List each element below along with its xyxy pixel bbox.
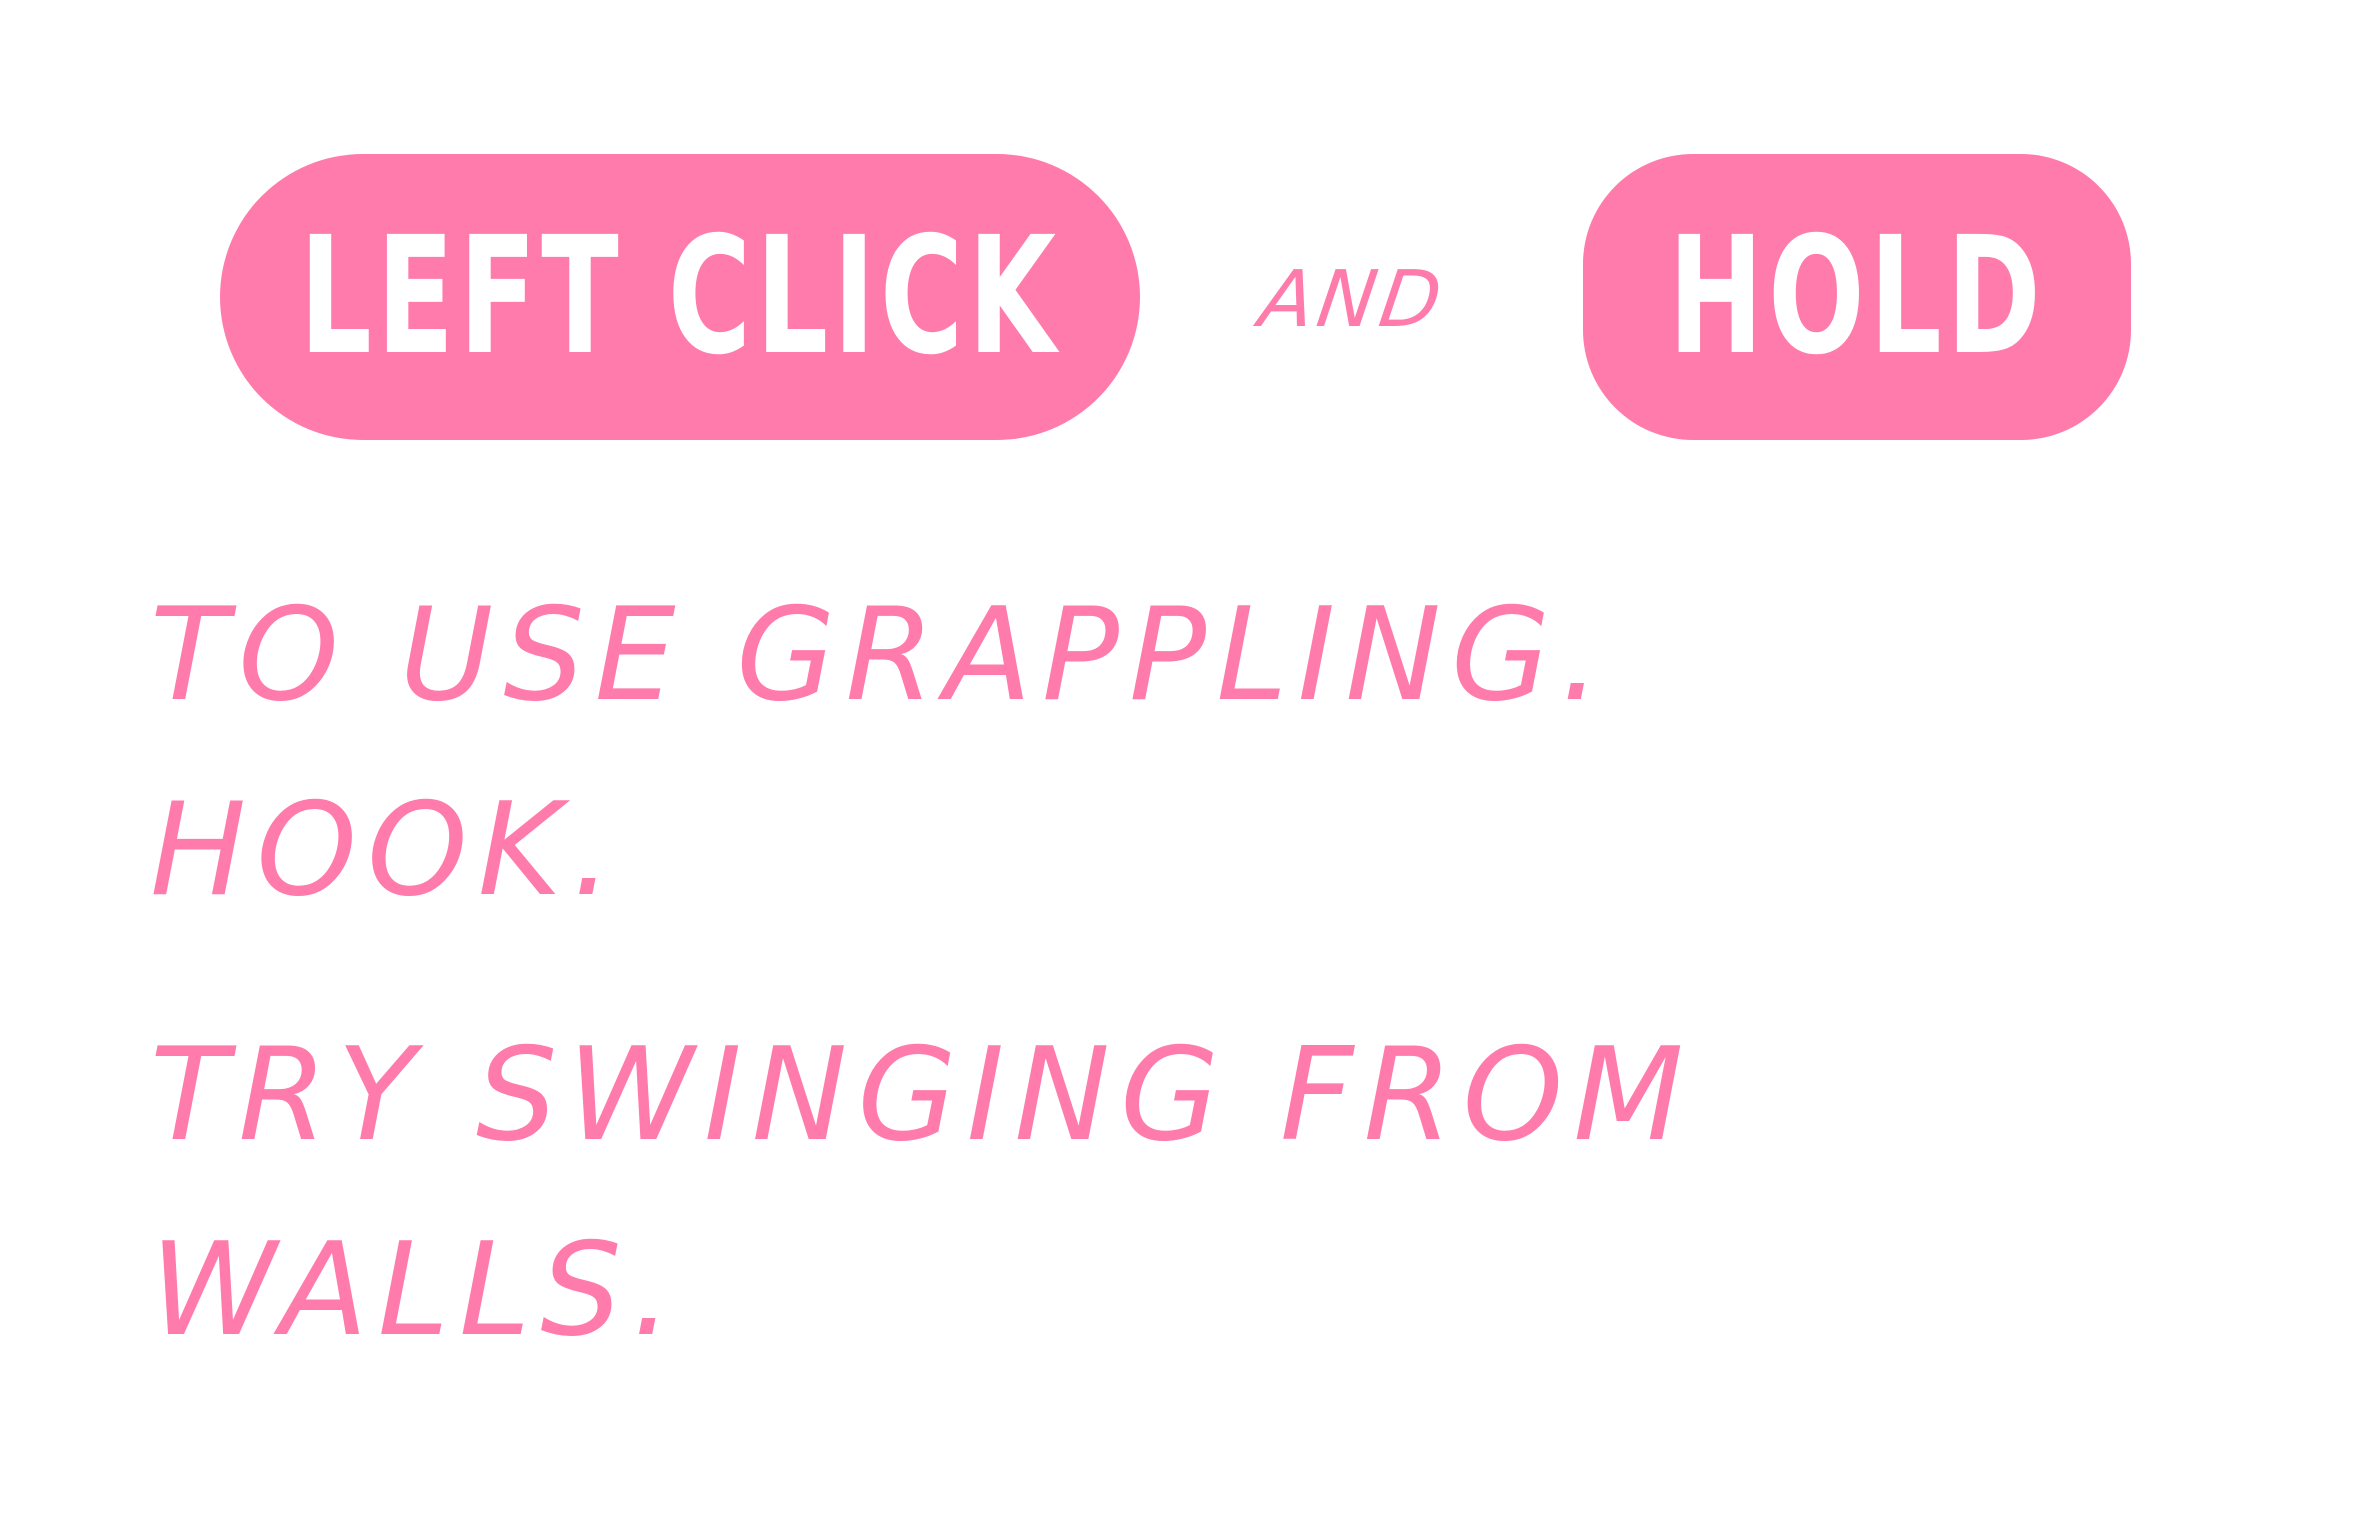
left-click-label: LEFT CLICK [299,203,1061,391]
wall-swing-instruction: TRY SWINGING FROM WALLS. [150,1021,1694,1365]
hold-key-badge: HOLD [1583,154,2131,440]
hold-label: HOLD [1668,203,2046,391]
tutorial-screen: { "controls": { "primary_input": "LEFT C… [0,0,2370,1527]
left-click-key-badge: LEFT CLICK [220,154,1140,440]
grappling-hook-instruction: TO USE GRAPPLING. HOOK. [150,581,1611,925]
and-connector-text: AND [1254,255,1451,345]
